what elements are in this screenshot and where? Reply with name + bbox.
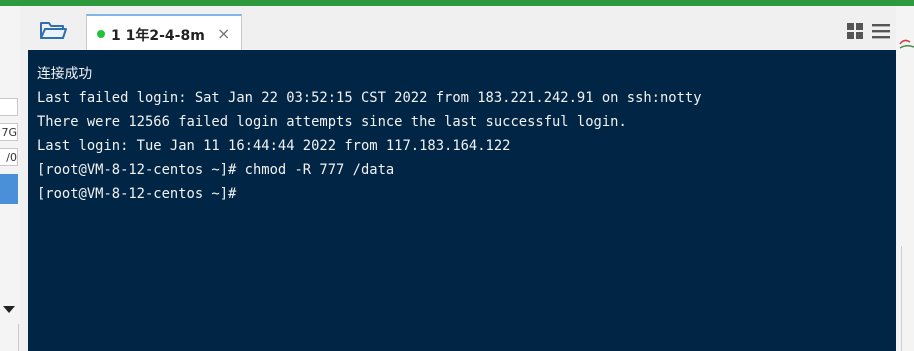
terminal-prompt: [root@VM-8-12-centos ~]# xyxy=(37,186,237,202)
tab-label: 1 1年2-4-8m xyxy=(111,28,205,44)
left-panel-field[interactable] xyxy=(0,98,18,116)
tab-session[interactable]: 1 1年2-4-8m × xyxy=(86,14,242,52)
left-panel-field[interactable]: /0 xyxy=(0,148,18,166)
terminal-output[interactable]: 连接成功 Last failed login: Sat Jan 22 03:52… xyxy=(28,50,896,351)
terminal-line: [root@VM-8-12-centos ~]# chmod -R 777 /d… xyxy=(37,162,395,178)
folder-icon xyxy=(40,22,67,39)
left-panel-button[interactable] xyxy=(0,174,18,204)
terminal-line: There were 12566 failed login attempts s… xyxy=(37,114,627,130)
left-side-panel: 7G /0 xyxy=(0,6,20,351)
connection-status-dot xyxy=(97,30,105,38)
terminal-line: Last login: Tue Jan 11 16:44:44 2022 fro… xyxy=(37,138,511,154)
terminal-cursor xyxy=(236,185,244,200)
left-panel-field[interactable]: 7G xyxy=(0,123,18,141)
right-side-panel xyxy=(896,6,914,351)
grid-icon xyxy=(847,23,863,39)
right-panel-mini-icon xyxy=(899,39,914,49)
close-icon[interactable]: × xyxy=(217,24,230,43)
terminal-line: 连接成功 xyxy=(37,66,93,82)
menu-icon xyxy=(872,24,890,39)
terminal-prompt-line[interactable]: [root@VM-8-12-centos ~]# xyxy=(37,182,896,206)
terminal-line: Last failed login: Sat Jan 22 03:52:15 C… xyxy=(37,90,702,106)
layout-grid-button[interactable] xyxy=(846,22,864,40)
right-panel-divider xyxy=(901,246,902,351)
tab-bar: 1 1年2-4-8m × xyxy=(28,6,896,52)
dropdown-arrow-icon[interactable] xyxy=(3,306,15,313)
open-folder-button[interactable] xyxy=(38,18,68,42)
app-window: 7G /0 1 1年2-4-8m × 连接成功 Last failed logi… xyxy=(0,0,914,351)
menu-button[interactable] xyxy=(871,22,891,40)
left-panel-divider xyxy=(18,324,19,351)
